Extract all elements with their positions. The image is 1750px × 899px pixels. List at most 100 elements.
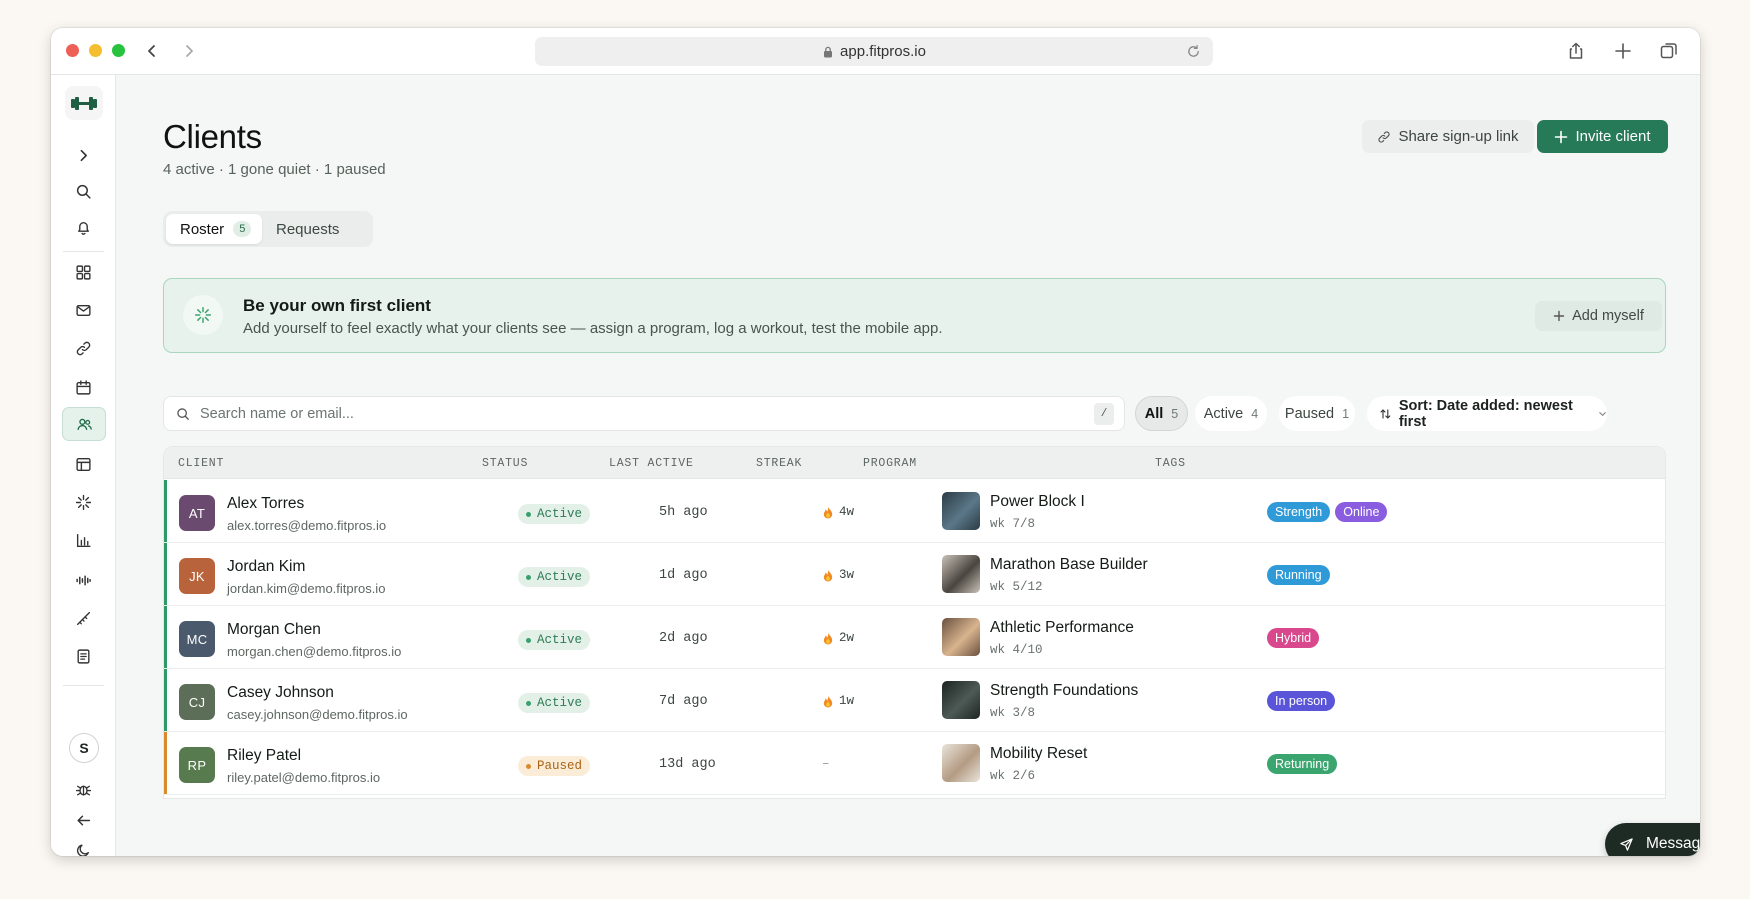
debug-nav[interactable]: [68, 774, 98, 804]
back-button[interactable]: [141, 40, 163, 62]
status-badge: Active: [518, 504, 591, 524]
user-avatar[interactable]: S: [69, 733, 99, 763]
add-myself-button[interactable]: Add myself: [1535, 301, 1662, 331]
tab-requests-label: Requests: [276, 220, 340, 238]
column-header-streak[interactable]: STREAK: [756, 457, 802, 470]
client-name[interactable]: Jordan Kim: [227, 558, 305, 576]
client-name[interactable]: Casey Johnson: [227, 684, 334, 702]
tab-roster[interactable]: Roster 5: [166, 214, 262, 244]
column-header-last-active[interactable]: LAST ACTIVE: [609, 457, 694, 470]
filter-all-count: 5: [1171, 406, 1179, 421]
program-name[interactable]: Marathon Base Builder: [990, 556, 1148, 574]
client-tags: Running: [1267, 565, 1330, 585]
reload-icon[interactable]: [1186, 44, 1201, 59]
close-window-button[interactable]: [66, 44, 79, 57]
table-row[interactable]: AT Alex Torres alex.torres@demo.fitpros.io…: [164, 480, 1665, 543]
client-tag[interactable]: Strength: [1267, 502, 1331, 522]
notifications-nav[interactable]: [68, 212, 98, 242]
sort-dropdown[interactable]: Sort: Date added: newest first: [1367, 396, 1607, 431]
table-row[interactable]: CJ Casey Johnson casey.johnson@demo.fitpro…: [164, 669, 1665, 732]
moon-icon: [76, 843, 89, 856]
share-signup-link-button[interactable]: Share sign-up link: [1362, 120, 1534, 153]
program-week: wk 4/10: [990, 643, 1043, 657]
status-label: Paused: [537, 759, 583, 773]
share-button[interactable]: [1564, 39, 1588, 63]
streak-value: –: [822, 757, 830, 771]
client-name[interactable]: Alex Torres: [227, 495, 304, 513]
filter-paused[interactable]: Paused 1: [1279, 396, 1355, 431]
client-tag[interactable]: Running: [1267, 565, 1330, 585]
calendar-nav[interactable]: [68, 372, 98, 402]
flame-icon: [823, 695, 833, 708]
programs-nav[interactable]: [68, 449, 98, 479]
sparkle-icon: [75, 494, 91, 510]
search-input[interactable]: [200, 403, 1080, 425]
messages-label: Messages: [1646, 835, 1700, 852]
banner-title: Be your own first client: [243, 296, 431, 315]
program-name[interactable]: Mobility Reset: [990, 745, 1087, 763]
column-header-program[interactable]: PROGRAM: [863, 457, 917, 470]
theme-toggle[interactable]: [68, 835, 98, 856]
tab-roster-label: Roster: [180, 220, 225, 238]
tab-overview-button[interactable]: [1657, 39, 1681, 63]
new-tab-button[interactable]: [1611, 39, 1635, 63]
invite-client-button[interactable]: Invite client: [1537, 120, 1668, 153]
client-tag[interactable]: Hybrid: [1267, 628, 1320, 648]
filter-active-label: Active: [1203, 405, 1244, 422]
filter-active[interactable]: Active 4: [1195, 396, 1267, 431]
minimize-window-button[interactable]: [89, 44, 102, 57]
client-tag[interactable]: Returning: [1267, 754, 1338, 774]
inbox-nav[interactable]: [68, 295, 98, 325]
search-shortcut-hint: /: [1094, 403, 1114, 425]
chevron-down-icon: [1599, 411, 1606, 416]
column-header-client[interactable]: CLIENT: [178, 457, 224, 470]
share-signup-link-label: Share sign-up link: [1398, 128, 1519, 145]
expand-sidebar-button[interactable]: [68, 140, 98, 170]
last-active: 2d ago: [659, 631, 708, 646]
status-indicator-bar: [164, 543, 167, 605]
client-name[interactable]: Morgan Chen: [227, 621, 321, 639]
program-name[interactable]: Power Block I: [990, 493, 1085, 511]
client-avatar: JK: [179, 558, 215, 594]
status-dot: [526, 637, 531, 643]
column-header-status[interactable]: STATUS: [482, 457, 528, 470]
client-email: casey.johnson@demo.fitpros.io: [227, 707, 408, 722]
dashboard-nav[interactable]: [68, 257, 98, 287]
maximize-window-button[interactable]: [112, 44, 125, 57]
streak: 4w: [822, 505, 854, 519]
address-bar[interactable]: app.fitpros.io: [535, 37, 1213, 66]
clients-nav[interactable]: [62, 407, 106, 441]
client-avatar: MC: [179, 621, 215, 657]
messages-button[interactable]: Messages: [1605, 823, 1700, 856]
status-badge: Active: [518, 693, 591, 713]
table-row[interactable]: RP Riley Patel riley.patel@demo.fitpros.io…: [164, 732, 1665, 795]
audio-nav[interactable]: [68, 565, 98, 595]
table-row[interactable]: MC Morgan Chen morgan.chen@demo.fitpros.io…: [164, 606, 1665, 669]
streak-value: 3w: [839, 568, 855, 582]
notes-nav[interactable]: [68, 641, 98, 671]
bar-chart-icon: [76, 533, 91, 547]
links-nav[interactable]: [68, 333, 98, 363]
tab-requests[interactable]: Requests: [276, 214, 339, 244]
flame-icon: [823, 506, 833, 519]
client-name[interactable]: Riley Patel: [227, 747, 301, 765]
activity-nav[interactable]: [68, 487, 98, 517]
program-name[interactable]: Athletic Performance: [990, 619, 1134, 637]
client-tag[interactable]: In person: [1267, 691, 1336, 711]
analytics-nav[interactable]: [68, 525, 98, 555]
table-row[interactable]: JK Jordan Kim jordan.kim@demo.fitpros.io Ac…: [164, 543, 1665, 606]
column-header-tags[interactable]: TAGS: [1155, 457, 1186, 470]
search-nav[interactable]: [68, 176, 98, 206]
program-name[interactable]: Strength Foundations: [990, 682, 1138, 700]
client-tag[interactable]: Online: [1335, 502, 1388, 522]
sort-label: Sort: Date added: newest first: [1398, 397, 1573, 430]
filter-all[interactable]: All 5: [1135, 396, 1188, 431]
client-email: jordan.kim@demo.fitpros.io: [227, 581, 386, 596]
dumbbell-logo-icon: [71, 97, 97, 110]
streak: 1w: [822, 694, 854, 708]
tools-nav[interactable]: [68, 603, 98, 633]
forward-button[interactable]: [178, 40, 200, 62]
collapse-button[interactable]: [68, 805, 98, 835]
app-logo[interactable]: [65, 86, 103, 120]
url-text: app.fitpros.io: [840, 43, 926, 60]
